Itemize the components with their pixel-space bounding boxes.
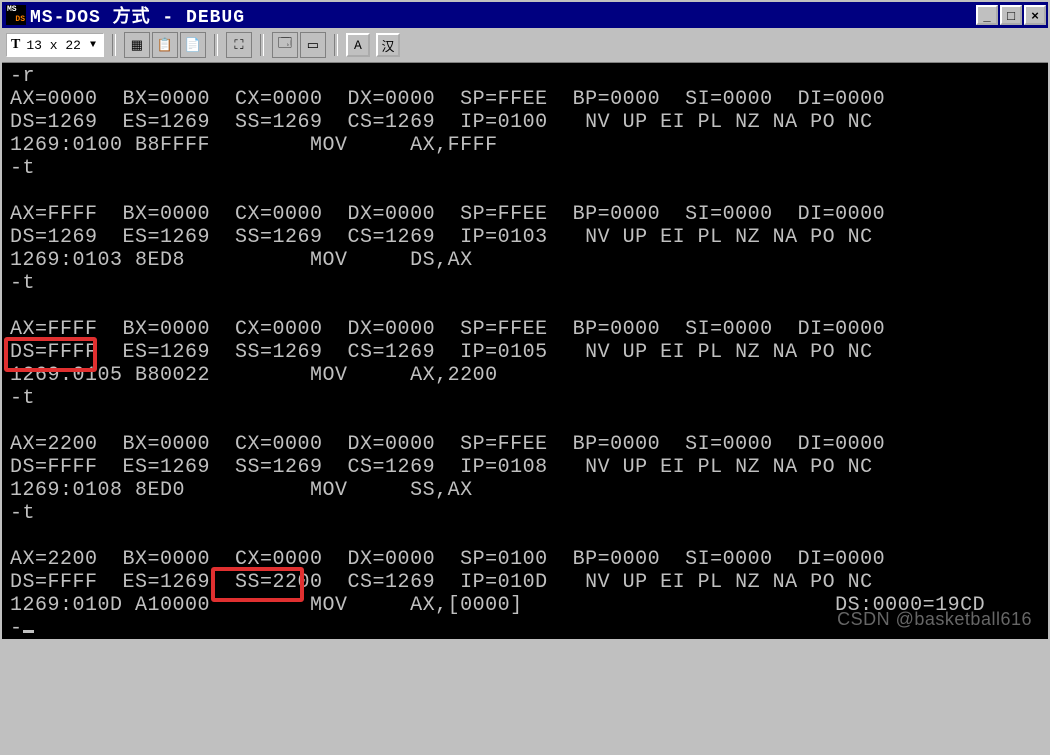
close-button[interactable]: × xyxy=(1024,5,1046,25)
font-a-icon: A xyxy=(354,38,362,53)
properties-button[interactable]: 🗔 xyxy=(272,32,298,58)
background-button[interactable]: ▭ xyxy=(300,32,326,58)
terminal-line: 1269:010D A10000 MOV AX,[0000] DS:0000=1… xyxy=(10,594,1040,617)
minimize-icon: _ xyxy=(983,8,990,23)
chevron-down-icon: ▼ xyxy=(85,40,101,51)
toolbar-separator xyxy=(334,34,338,56)
titlebar[interactable]: MS DS MS-DOS 方式 - DEBUG _ □ × xyxy=(2,2,1048,28)
close-icon: × xyxy=(1031,8,1039,23)
terminal-line: - xyxy=(10,617,1040,640)
terminal-line: -t xyxy=(10,272,1040,295)
terminal-line: 1269:0103 8ED8 MOV DS,AX xyxy=(10,249,1040,272)
mark-icon: ▦ xyxy=(131,38,143,53)
terminal-line: -r xyxy=(10,65,1040,88)
toolbar-separator xyxy=(112,34,116,56)
terminal-line: -t xyxy=(10,502,1040,525)
minimize-button[interactable]: _ xyxy=(976,5,998,25)
toolbar: T 13 x 22 ▼ ▦ 📋 📄 ⛶ 🗔 ▭ A 汉 xyxy=(2,28,1048,63)
icon-text-ds: DS xyxy=(15,16,25,24)
terminal-line xyxy=(10,410,1040,433)
terminal-line: DS=FFFF ES=1269 SS=1269 CS=1269 IP=0108 … xyxy=(10,456,1040,479)
terminal-line: DS=FFFF ES=1269 SS=1269 CS=1269 IP=0105 … xyxy=(10,341,1040,364)
ime-button[interactable]: 汉 xyxy=(376,33,400,57)
window-title: MS-DOS 方式 - DEBUG xyxy=(30,2,976,28)
font-size-label: 13 x 22 xyxy=(22,38,85,53)
chinese-icon: 汉 xyxy=(381,36,394,55)
copy-button[interactable]: 📋 xyxy=(152,32,178,58)
terminal-line: DS=1269 ES=1269 SS=1269 CS=1269 IP=0100 … xyxy=(10,111,1040,134)
toolbar-separator xyxy=(260,34,264,56)
terminal-line: DS=1269 ES=1269 SS=1269 CS=1269 IP=0103 … xyxy=(10,226,1040,249)
paste-button[interactable]: 📄 xyxy=(180,32,206,58)
msdos-icon[interactable]: MS DS xyxy=(6,5,26,25)
terminal-line: DS=FFFF ES=1269 SS=2200 CS=1269 IP=010D … xyxy=(10,571,1040,594)
settings-group: 🗔 ▭ xyxy=(272,32,326,58)
terminal-line xyxy=(10,295,1040,318)
terminal-line: 1269:0105 B80022 MOV AX,2200 xyxy=(10,364,1040,387)
window-controls: _ □ × xyxy=(976,5,1046,25)
fullscreen-icon: ⛶ xyxy=(234,38,243,53)
terminal-line: AX=2200 BX=0000 CX=0000 DX=0000 SP=FFEE … xyxy=(10,433,1040,456)
font-size-dropdown[interactable]: T 13 x 22 ▼ xyxy=(6,33,104,57)
copy-icon: 📋 xyxy=(157,38,173,53)
mark-button[interactable]: ▦ xyxy=(124,32,150,58)
terminal-line: 1269:0108 8ED0 MOV SS,AX xyxy=(10,479,1040,502)
maximize-icon: □ xyxy=(1007,8,1015,23)
toolbar-separator xyxy=(214,34,218,56)
paste-icon: 📄 xyxy=(185,38,201,53)
background-icon: ▭ xyxy=(307,38,319,53)
properties-icon: 🗔 xyxy=(278,34,292,56)
dos-window: MS DS MS-DOS 方式 - DEBUG _ □ × T 13 x 22 … xyxy=(0,0,1050,632)
terminal-line: AX=0000 BX=0000 CX=0000 DX=0000 SP=FFEE … xyxy=(10,88,1040,111)
terminal-line: 1269:0100 B8FFFF MOV AX,FFFF xyxy=(10,134,1040,157)
terminal-line xyxy=(10,180,1040,203)
terminal-output[interactable]: -rAX=0000 BX=0000 CX=0000 DX=0000 SP=FFE… xyxy=(2,63,1048,639)
font-button[interactable]: A xyxy=(346,33,370,57)
terminal-line: AX=FFFF BX=0000 CX=0000 DX=0000 SP=FFEE … xyxy=(10,318,1040,341)
terminal-line: AX=2200 BX=0000 CX=0000 DX=0000 SP=0100 … xyxy=(10,548,1040,571)
terminal-line xyxy=(10,525,1040,548)
terminal-line: -t xyxy=(10,157,1040,180)
terminal-line: AX=FFFF BX=0000 CX=0000 DX=0000 SP=FFEE … xyxy=(10,203,1040,226)
terminal-line: -t xyxy=(10,387,1040,410)
icon-text-ms: MS xyxy=(7,6,17,14)
fullscreen-button[interactable]: ⛶ xyxy=(226,32,252,58)
maximize-button[interactable]: □ xyxy=(1000,5,1022,25)
clipboard-group: ▦ 📋 📄 xyxy=(124,32,206,58)
font-icon: T xyxy=(9,37,22,53)
